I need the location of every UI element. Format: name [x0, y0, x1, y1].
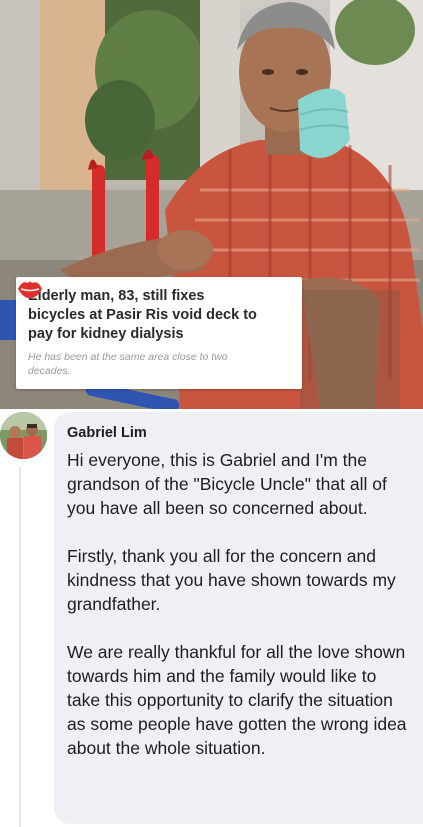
avatar-photo-icon: [0, 412, 47, 459]
comment-author-name[interactable]: Gabriel Lim: [67, 424, 407, 442]
comment-paragraph-3: We are really thankful for all the love …: [67, 642, 407, 758]
red-lips-logo-icon: [18, 281, 42, 299]
news-headline: Elderly man, 83, still fixes bicycles at…: [28, 288, 257, 342]
news-caption-card[interactable]: Elderly man, 83, still fixes bicycles at…: [16, 277, 302, 389]
comment-paragraph-1: Hi everyone, this is Gabriel and I'm the…: [67, 450, 387, 518]
thread-line: [19, 467, 21, 827]
comment-section: Gabriel Lim Hi everyone, this is Gabriel…: [0, 409, 423, 827]
news-subheadline: He has been at the same area close to tw…: [28, 351, 228, 377]
user-avatar[interactable]: [0, 412, 47, 459]
news-photo: Elderly man, 83, still fixes bicycles at…: [0, 0, 423, 409]
comment-bubble[interactable]: Gabriel Lim Hi everyone, this is Gabriel…: [54, 412, 423, 824]
comment-paragraph-2: Firstly, thank you all for the concern a…: [67, 546, 396, 614]
